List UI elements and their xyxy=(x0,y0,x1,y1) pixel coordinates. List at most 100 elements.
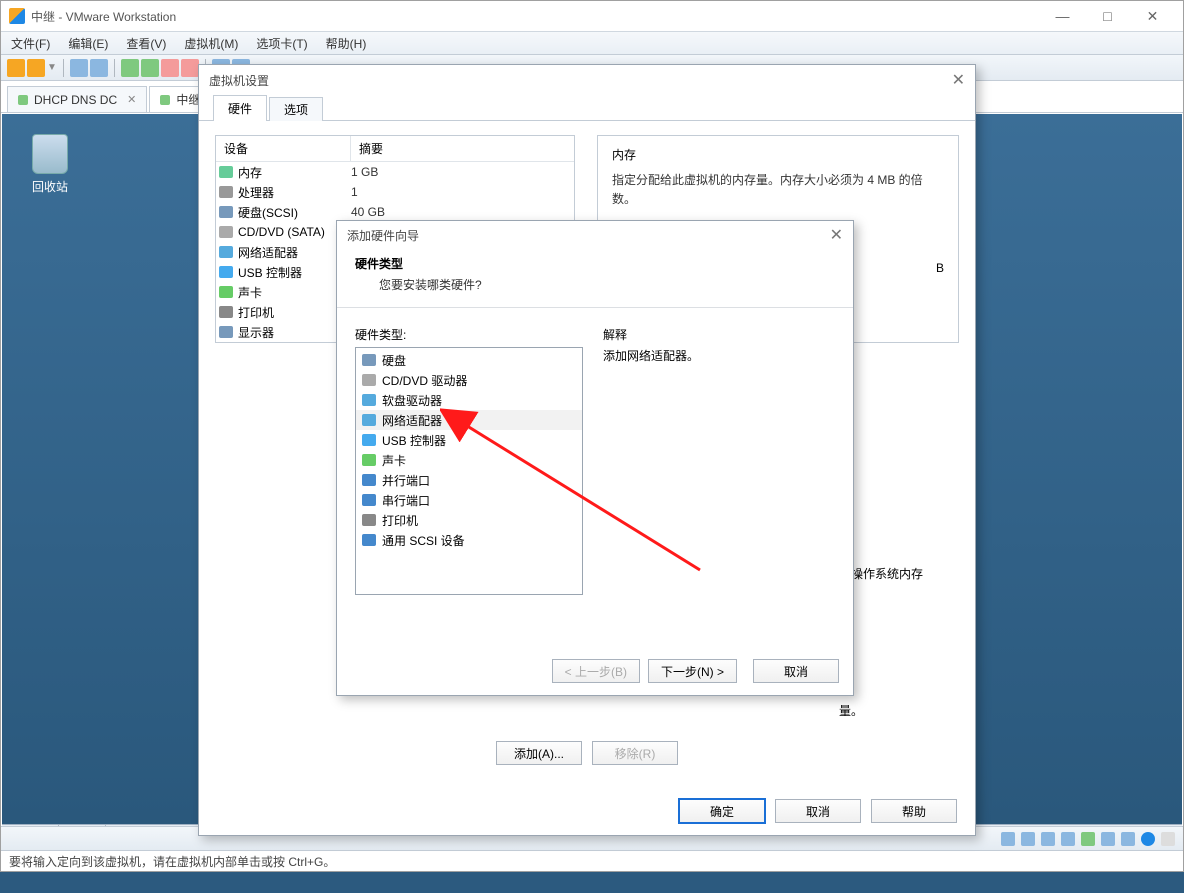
tab-close-icon[interactable]: ✕ xyxy=(127,93,136,106)
menu-tabs[interactable]: 选项卡(T) xyxy=(256,35,307,52)
menu-edit[interactable]: 编辑(E) xyxy=(68,35,108,52)
explanation-label: 解释 xyxy=(603,326,835,343)
hw-icon xyxy=(219,246,233,258)
close-button[interactable]: ✕ xyxy=(1130,2,1175,30)
hardware-row[interactable]: 处理器1 xyxy=(216,182,574,202)
toolbar-icon[interactable] xyxy=(27,59,45,77)
toolbar-icon[interactable] xyxy=(90,59,108,77)
status-nic-icon[interactable] xyxy=(1061,832,1075,846)
dialog-close-icon[interactable]: ✕ xyxy=(952,70,965,90)
hw-name: 显示器 xyxy=(236,324,351,341)
menu-vm[interactable]: 虚拟机(M) xyxy=(184,35,238,52)
hardware-type-item[interactable]: 串行端口 xyxy=(356,490,582,510)
cancel-button[interactable]: 取消 xyxy=(775,799,861,823)
tab-hardware[interactable]: 硬件 xyxy=(213,95,267,121)
wizard-subheading: 您要安装哪类硬件? xyxy=(355,276,835,293)
menu-help[interactable]: 帮助(H) xyxy=(326,35,367,52)
hardware-type-item[interactable]: 并行端口 xyxy=(356,470,582,490)
hw-type-label: USB 控制器 xyxy=(382,432,446,449)
play-icon[interactable] xyxy=(121,59,139,77)
icon-label: 回收站 xyxy=(20,178,80,195)
hw-type-label: 声卡 xyxy=(382,452,406,469)
hw-name: 声卡 xyxy=(236,284,351,301)
hw-icon xyxy=(219,266,233,278)
add-hardware-wizard-dialog: 添加硬件向导 ✕ 硬件类型 您要安装哪类硬件? 硬件类型: 硬盘CD/DVD 驱… xyxy=(336,220,854,696)
add-hardware-button[interactable]: 添加(A)... xyxy=(496,741,582,765)
hardware-row[interactable]: 硬盘(SCSI)40 GB xyxy=(216,202,574,222)
next-button[interactable]: 下一步(N) > xyxy=(648,659,737,683)
hw-icon xyxy=(219,186,233,198)
hw-type-label: CD/DVD 驱动器 xyxy=(382,372,467,389)
hintbar: 要将输入定向到该虚拟机，请在虚拟机内部单击或按 Ctrl+G。 xyxy=(1,850,1183,871)
hardware-type-item[interactable]: CD/DVD 驱动器 xyxy=(356,370,582,390)
tab-label: DHCP DNS DC xyxy=(34,93,117,107)
hardware-type-listbox[interactable]: 硬盘 CD/DVD 驱动器软盘驱动器网络适配器 USB 控制器声卡并行端口串行端口打… xyxy=(355,347,583,595)
hardware-list-header: 设备 摘要 xyxy=(216,136,574,162)
hardware-type-item[interactable]: 声卡 xyxy=(356,450,582,470)
back-button: < 上一步(B) xyxy=(552,659,640,683)
hw-name: 硬盘(SCSI) xyxy=(236,204,351,221)
wizard-cancel-button[interactable]: 取消 xyxy=(753,659,839,683)
hw-icon xyxy=(219,226,233,238)
hw-type-icon xyxy=(362,354,376,366)
hw-name: CD/DVD (SATA) xyxy=(236,225,351,239)
snapshot-icon[interactable] xyxy=(70,59,88,77)
hardware-row[interactable]: 内存1 GB xyxy=(216,162,574,182)
hardware-type-item[interactable]: 硬盘 xyxy=(356,350,582,370)
hw-icon xyxy=(219,166,233,178)
hw-type-label: 网络适配器 xyxy=(382,412,442,429)
hw-type-label: 软盘驱动器 xyxy=(382,392,442,409)
vm-running-icon xyxy=(160,95,170,105)
status-nic-icon[interactable] xyxy=(1041,832,1055,846)
hardware-type-item[interactable]: 软盘驱动器 xyxy=(356,390,582,410)
status-cd-icon[interactable] xyxy=(1021,832,1035,846)
ok-button[interactable]: 确定 xyxy=(679,799,765,823)
status-hdd-icon[interactable] xyxy=(1001,832,1015,846)
hw-type-icon xyxy=(362,494,376,506)
hw-type-icon xyxy=(362,414,376,426)
suspend-icon[interactable] xyxy=(161,59,179,77)
hardware-type-item[interactable]: 网络适配器 xyxy=(356,410,582,430)
hw-summary: 40 GB xyxy=(351,205,385,219)
recycle-bin-icon[interactable]: 回收站 xyxy=(20,134,80,195)
help-button[interactable]: 帮助 xyxy=(871,799,957,823)
status-message-icon[interactable] xyxy=(1161,832,1175,846)
stop-icon[interactable] xyxy=(181,59,199,77)
wizard-close-icon[interactable]: ✕ xyxy=(830,225,843,245)
maximize-button[interactable]: □ xyxy=(1085,2,1130,30)
tab-options[interactable]: 选项 xyxy=(269,97,323,121)
hw-type-label: 硬盘 xyxy=(382,352,406,369)
hw-name: 网络适配器 xyxy=(236,244,351,261)
wizard-heading: 硬件类型 xyxy=(355,255,835,272)
menu-file[interactable]: 文件(F) xyxy=(11,35,50,52)
status-sound-icon[interactable] xyxy=(1081,832,1095,846)
hw-icon xyxy=(219,286,233,298)
minimize-button[interactable]: — xyxy=(1040,2,1085,30)
hw-type-icon xyxy=(362,434,376,446)
tab-label: 中继 xyxy=(176,91,200,108)
window-title: 中继 - VMware Workstation xyxy=(31,8,176,25)
hardware-type-item[interactable]: 通用 SCSI 设备 xyxy=(356,530,582,550)
hw-type-label: 并行端口 xyxy=(382,472,430,489)
vmware-logo-icon xyxy=(9,8,25,24)
hardware-type-item[interactable]: USB 控制器 xyxy=(356,430,582,450)
hw-name: 内存 xyxy=(236,164,351,181)
hint-text: 要将输入定向到该虚拟机，请在虚拟机内部单击或按 Ctrl+G。 xyxy=(9,853,335,870)
settings-tabs: 硬件 选项 xyxy=(199,95,975,121)
status-help-icon[interactable] xyxy=(1141,832,1155,846)
status-display-icon[interactable] xyxy=(1121,832,1135,846)
reset-icon[interactable] xyxy=(141,59,159,77)
hardware-type-item[interactable]: 打印机 xyxy=(356,510,582,530)
trash-icon xyxy=(32,134,68,174)
titlebar: 中继 - VMware Workstation — □ ✕ xyxy=(1,1,1183,31)
status-printer-icon[interactable] xyxy=(1101,832,1115,846)
memory-description: 指定分配给此虚拟机的内存量。内存大小必须为 4 MB 的倍数。 xyxy=(612,171,944,209)
hw-summary: 1 xyxy=(351,185,358,199)
power-on-icon[interactable] xyxy=(7,59,25,77)
hw-type-icon xyxy=(362,514,376,526)
dialog-titlebar: 虚拟机设置 ✕ xyxy=(199,65,975,95)
wizard-titlebar: 添加硬件向导 ✕ xyxy=(337,221,853,249)
tab-dhcp-dns-dc[interactable]: DHCP DNS DC ✕ xyxy=(7,86,147,112)
menu-view[interactable]: 查看(V) xyxy=(126,35,166,52)
hw-icon xyxy=(219,326,233,338)
